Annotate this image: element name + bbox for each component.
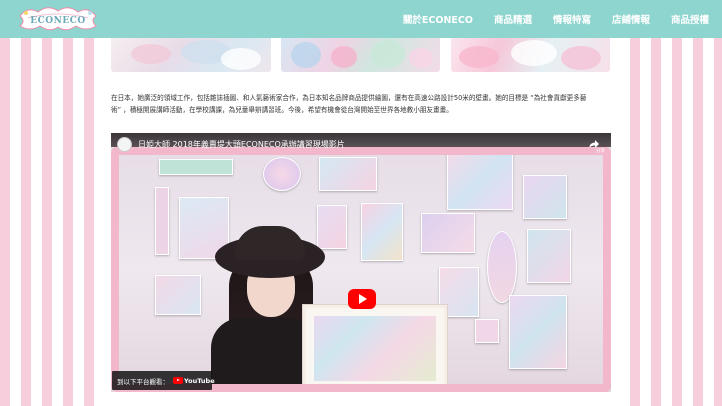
nav-item-products[interactable]: 商品精選 <box>494 12 532 26</box>
main-nav: 關於ECONECO 商品精選 情報特寫 店鋪情報 商品授權 <box>403 0 722 38</box>
watch-on-label: 到以下平台觀看： <box>117 377 169 386</box>
nav-item-stores[interactable]: 店鋪情報 <box>612 12 650 26</box>
gallery-photo <box>281 38 440 72</box>
video-title[interactable]: 日姫大師 2018年義賣堤大頭ECONECO承辦講習現場影片 <box>138 139 345 150</box>
person-hat-crown <box>235 226 305 260</box>
artwork-board <box>303 305 447 392</box>
paragraph-line: 術” ，積極開展講師活動，在學校講課，為兒童舉辦講習班。今後，希望有機會從台灣開… <box>111 106 453 114</box>
channel-avatar-icon[interactable] <box>117 137 132 152</box>
youtube-play-button[interactable] <box>348 289 376 309</box>
site-header: ECONECO 關於ECONECO 商品精選 情報特寫 店鋪情報 商品授權 <box>0 0 722 38</box>
econeco-logo[interactable]: ECONECO <box>18 4 98 34</box>
nav-item-licensing[interactable]: 商品授權 <box>671 12 709 26</box>
nav-item-features[interactable]: 情報特寫 <box>553 12 591 26</box>
article-paragraph: 在日本，她廣泛的領域工作，包括雜誌插圖、和人氣藝術家合作，為日本知名品牌商品提供… <box>111 92 611 116</box>
nav-item-about[interactable]: 關於ECONECO <box>403 12 473 26</box>
watch-on-youtube-button[interactable]: 到以下平台觀看： YouTube <box>112 371 215 390</box>
share-label: 分享 <box>596 149 605 154</box>
article-content: 在日本，她廣泛的領域工作，包括雜誌插圖、和人氣藝術家合作，為日本知名品牌商品提供… <box>101 38 620 406</box>
youtube-logo-icon: YouTube <box>173 377 215 385</box>
gallery-photo <box>111 38 271 72</box>
youtube-wordmark: YouTube <box>184 376 215 385</box>
video-title-bar: 日姫大師 2018年義賣堤大頭ECONECO承辦講習現場影片 分享 <box>111 133 611 155</box>
logo-text: ECONECO <box>30 16 85 26</box>
youtube-video-embed[interactable]: 日姫大師 2018年義賣堤大頭ECONECO承辦講習現場影片 分享 到以下平台觀… <box>111 133 611 392</box>
paragraph-line: 在日本，她廣泛的領域工作，包括雜誌插圖、和人氣藝術家合作，為日本知名品牌商品提供… <box>111 94 587 102</box>
gallery-photo <box>451 38 610 72</box>
